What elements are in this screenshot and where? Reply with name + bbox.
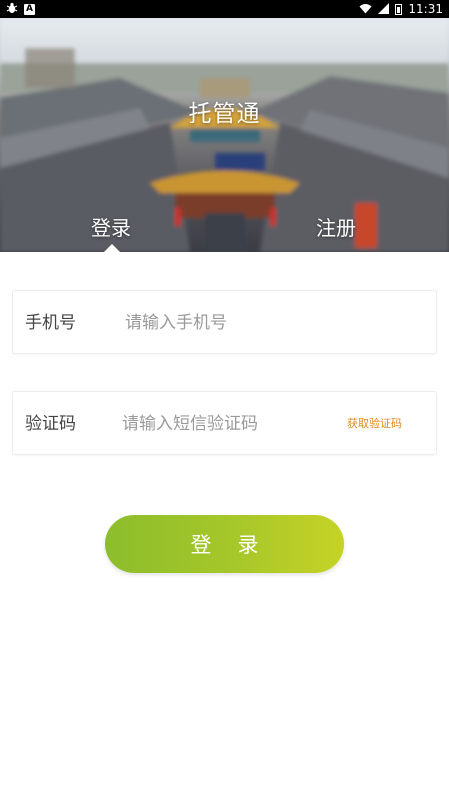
tab-register[interactable]: 注册 (316, 212, 356, 241)
tab-login[interactable]: 登录 (91, 212, 131, 241)
phone-label: 手机号 (25, 313, 76, 333)
a-notification-icon: A (24, 3, 35, 15)
verification-code-input[interactable] (122, 404, 342, 444)
status-time: 11:31 (408, 2, 443, 16)
ancient-town-background-image (0, 18, 449, 252)
bug-icon (6, 2, 18, 16)
header-banner: 托管通 登录 注册 (0, 18, 449, 252)
battery-icon (395, 3, 403, 15)
signal-icon (378, 2, 390, 16)
phone-input[interactable] (125, 303, 425, 343)
wifi-icon (359, 3, 372, 16)
login-button[interactable]: 登录 (105, 515, 344, 573)
phone-field: 手机号 (12, 290, 437, 354)
status-left: A (6, 2, 35, 16)
app-title: 托管通 (188, 101, 261, 127)
active-tab-indicator (104, 244, 120, 252)
get-code-button[interactable]: 获取验证码 (347, 392, 402, 456)
status-right: 11:31 (359, 2, 443, 16)
verification-code-field: 验证码 获取验证码 (12, 391, 437, 455)
status-bar: A 11:31 (0, 0, 449, 18)
verification-code-label: 验证码 (25, 414, 76, 434)
